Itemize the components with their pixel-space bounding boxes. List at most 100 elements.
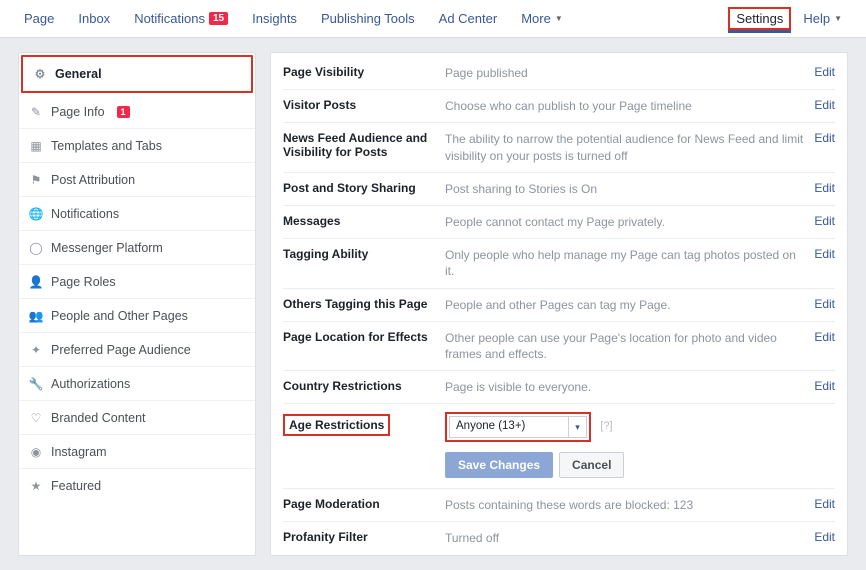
messenger-icon: ◯ (29, 241, 43, 255)
sidebar-item-label: Page Info (51, 105, 105, 119)
sidebar-item-label: Page Roles (51, 275, 116, 289)
edit-link[interactable]: Edit (814, 214, 835, 228)
age-select-highlight: Anyone (13+) ▾ (445, 412, 591, 442)
row-age-restrictions: Age Restrictions Anyone (13+) ▾ [?] Save… (283, 404, 835, 489)
nav-help[interactable]: Help ▼ (791, 0, 854, 38)
sidebar-item-label: Authorizations (51, 377, 130, 391)
grid-icon: ▦ (29, 139, 43, 153)
nav-label: Inbox (78, 11, 110, 26)
row-visitor-posts: Visitor Posts Choose who can publish to … (283, 90, 835, 123)
row-label: Page Visibility (283, 65, 435, 79)
pencil-icon: ✎ (29, 105, 43, 119)
row-value: Choose who can publish to your Page time… (445, 98, 804, 114)
row-label: Visitor Posts (283, 98, 435, 112)
wrench-icon: 🔧 (29, 377, 43, 391)
settings-sidebar: ⚙ General ✎ Page Info 1 ▦ Templates and … (18, 52, 256, 556)
nav-label: Notifications (134, 11, 205, 26)
sidebar-item-page-info[interactable]: ✎ Page Info 1 (19, 95, 255, 129)
row-label: Tagging Ability (283, 247, 435, 261)
row-value: Page is visible to everyone. (445, 379, 804, 395)
save-changes-button[interactable]: Save Changes (445, 452, 553, 478)
sidebar-item-messenger[interactable]: ◯ Messenger Platform (19, 231, 255, 265)
nav-label: More (521, 11, 551, 26)
top-nav: Page Inbox Notifications 15 Insights Pub… (0, 0, 866, 38)
sidebar-item-label: Post Attribution (51, 173, 135, 187)
sidebar-item-branded-content[interactable]: ♡ Branded Content (19, 401, 255, 435)
row-value: People cannot contact my Page privately. (445, 214, 804, 230)
row-page-location-effects: Page Location for Effects Other people c… (283, 322, 835, 371)
star-icon: ★ (29, 479, 43, 493)
edit-link[interactable]: Edit (814, 131, 835, 145)
edit-link[interactable]: Edit (814, 379, 835, 393)
gear-icon: ⚙ (33, 67, 47, 81)
row-label: Profanity Filter (283, 530, 435, 544)
age-restrictions-highlight: Age Restrictions (283, 414, 390, 436)
nav-label: Help (803, 11, 830, 26)
nav-inbox[interactable]: Inbox (66, 0, 122, 38)
nav-notifications[interactable]: Notifications 15 (122, 0, 240, 38)
main: ⚙ General ✎ Page Info 1 ▦ Templates and … (0, 38, 866, 570)
heart-icon: ♡ (29, 411, 43, 425)
sidebar-item-label: General (55, 67, 102, 81)
age-restrictions-select[interactable]: Anyone (13+) ▾ (449, 416, 587, 438)
sidebar-item-featured[interactable]: ★ Featured (19, 469, 255, 503)
sidebar-item-label: Messenger Platform (51, 241, 163, 255)
nav-settings[interactable]: Settings (728, 0, 791, 38)
people-icon: 👥 (29, 309, 43, 323)
nav-right: Settings Help ▼ (728, 0, 854, 38)
sidebar-highlight: ⚙ General (21, 55, 253, 93)
row-label: Post and Story Sharing (283, 181, 435, 195)
nav-label: Publishing Tools (321, 11, 415, 26)
sidebar-item-preferred-audience[interactable]: ✦ Preferred Page Audience (19, 333, 255, 367)
row-label: Country Restrictions (283, 379, 435, 393)
sidebar-item-label: People and Other Pages (51, 309, 188, 323)
sidebar-item-post-attribution[interactable]: ⚑ Post Attribution (19, 163, 255, 197)
row-label: Others Tagging this Page (283, 297, 435, 311)
edit-link[interactable]: Edit (814, 530, 835, 544)
nav-page[interactable]: Page (12, 0, 66, 38)
edit-link[interactable]: Edit (814, 497, 835, 511)
row-label: News Feed Audience and Visibility for Po… (283, 131, 435, 159)
age-buttons: Save Changes Cancel (445, 452, 835, 478)
row-label: Page Moderation (283, 497, 435, 511)
sidebar-item-label: Preferred Page Audience (51, 343, 191, 357)
nav-publishing-tools[interactable]: Publishing Tools (309, 0, 427, 38)
sidebar-item-general[interactable]: ⚙ General (23, 57, 251, 91)
sidebar-item-label: Branded Content (51, 411, 146, 425)
nav-label: Settings (736, 11, 783, 26)
edit-link[interactable]: Edit (814, 297, 835, 311)
cancel-button[interactable]: Cancel (559, 452, 624, 478)
row-others-tagging: Others Tagging this Page People and othe… (283, 289, 835, 322)
edit-link[interactable]: Edit (814, 330, 835, 344)
row-country-restrictions: Country Restrictions Page is visible to … (283, 371, 835, 404)
row-tagging-ability: Tagging Ability Only people who help man… (283, 239, 835, 288)
nav-insights[interactable]: Insights (240, 0, 309, 38)
globe-icon: 🌐 (29, 207, 43, 221)
sidebar-item-people[interactable]: 👥 People and Other Pages (19, 299, 255, 333)
sidebar-item-authorizations[interactable]: 🔧 Authorizations (19, 367, 255, 401)
flag-icon: ⚑ (29, 173, 43, 187)
edit-link[interactable]: Edit (814, 247, 835, 261)
chevron-down-icon: ▾ (568, 417, 586, 437)
chevron-down-icon: ▼ (555, 14, 563, 23)
row-value: Page published (445, 65, 804, 81)
sidebar-item-page-roles[interactable]: 👤 Page Roles (19, 265, 255, 299)
sidebar-item-label: Instagram (51, 445, 107, 459)
sidebar-item-templates[interactable]: ▦ Templates and Tabs (19, 129, 255, 163)
edit-link[interactable]: Edit (814, 65, 835, 79)
edit-link[interactable]: Edit (814, 181, 835, 195)
row-news-feed-audience: News Feed Audience and Visibility for Po… (283, 123, 835, 172)
nav-label: Insights (252, 11, 297, 26)
edit-link[interactable]: Edit (814, 98, 835, 112)
star-icon: ✦ (29, 343, 43, 357)
nav-more[interactable]: More ▼ (509, 0, 575, 38)
nav-ad-center[interactable]: Ad Center (427, 0, 510, 38)
row-page-moderation: Page Moderation Posts containing these w… (283, 489, 835, 522)
settings-highlight: Settings (728, 7, 791, 30)
nav-left: Page Inbox Notifications 15 Insights Pub… (12, 0, 575, 38)
row-value: People and other Pages can tag my Page. (445, 297, 804, 313)
sidebar-item-notifications[interactable]: 🌐 Notifications (19, 197, 255, 231)
sidebar-item-instagram[interactable]: ◉ Instagram (19, 435, 255, 469)
help-icon[interactable]: [?] (600, 420, 612, 432)
row-value: Post sharing to Stories is On (445, 181, 804, 197)
